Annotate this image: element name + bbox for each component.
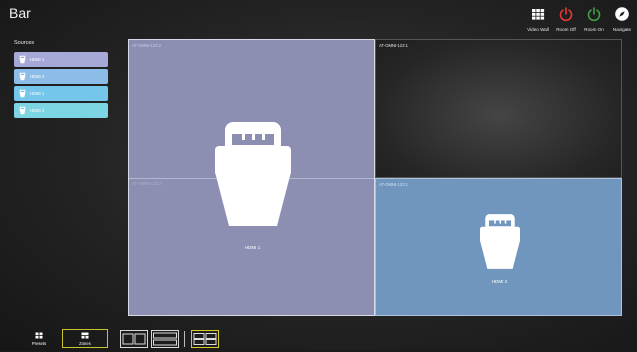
hdmi-plug-icon [19,55,26,64]
zone-id: AT-OMNI-122:1 [379,43,409,48]
navigate-label: Navigate [612,27,632,32]
hdmi-plug-icon [19,72,26,81]
compass-icon [615,7,629,21]
source-label: HDMI 2 [30,74,45,79]
divider [184,331,185,347]
page-title: Bar [9,5,31,21]
room-off-label: Room Off [556,27,576,32]
hdmi-plug-icon [215,122,291,226]
layout-icon [122,333,146,345]
room-on-label: Room On [584,27,604,32]
zone-source-label: HDMI 1 [244,245,261,250]
power-icon [559,7,573,22]
header-actions: Video Wall Room Off Room On Navigate [526,6,634,32]
source-item-hdmi-2[interactable]: HDMI 2 [14,69,108,84]
zones-button[interactable]: Zones [62,329,108,348]
source-list: HDMI 1 HDMI 2 HDMI 1 HDMI 2 [14,52,108,120]
source-item-hdmi-2b[interactable]: HDMI 2 [14,103,108,118]
layout-option-2[interactable] [151,330,179,348]
zone-source-label: HDMI 2 [491,279,508,284]
presets-label: Presets [31,340,47,346]
grid-icon [35,332,43,338]
zone-id: AT-OMNI-122:1 [379,182,409,187]
source-label: HDMI 2 [30,108,45,113]
layout-option-1[interactable] [120,330,148,348]
source-item-hdmi-1[interactable]: HDMI 1 [14,52,108,67]
zone-id: AT-OMNI-122:2 [132,43,162,48]
layout-icon [193,333,217,345]
sources-heading: Sources [14,40,35,46]
zones-icon [81,332,89,338]
source-label: HDMI 1 [30,91,45,96]
video-wall-label: Video Wall [527,27,549,32]
video-wall: AT-OMNI-122:2 AT-OMNI-122:3 HDMI 1 AT-OM… [128,39,622,316]
hdmi-plug-icon [19,106,26,115]
presets-button[interactable]: Presets [16,329,62,348]
layout-option-3[interactable] [191,330,219,348]
hdmi-plug-icon [19,89,26,98]
room-on-button[interactable]: Room On [582,6,606,32]
room-off-button[interactable]: Room Off [554,6,578,32]
zones-label: Zones [79,340,91,346]
source-item-hdmi-1b[interactable]: HDMI 1 [14,86,108,101]
layout-icon [153,332,177,346]
power-icon [587,7,601,22]
zone-big[interactable]: AT-OMNI-122:2 AT-OMNI-122:3 HDMI 1 [128,39,375,316]
navigate-button[interactable]: Navigate [610,6,634,32]
zone-bottom-right[interactable]: AT-OMNI-122:1 HDMI 2 [375,178,622,316]
hdmi-plug-icon [480,214,520,269]
zone-id: AT-OMNI-122:3 [132,181,162,186]
video-wall-button[interactable]: Video Wall [526,6,550,32]
source-label: HDMI 1 [30,57,45,62]
zone-top-right[interactable]: AT-OMNI-122:1 [375,39,622,178]
bottom-bar: Presets Zones [0,326,637,351]
grid-icon [532,9,545,20]
